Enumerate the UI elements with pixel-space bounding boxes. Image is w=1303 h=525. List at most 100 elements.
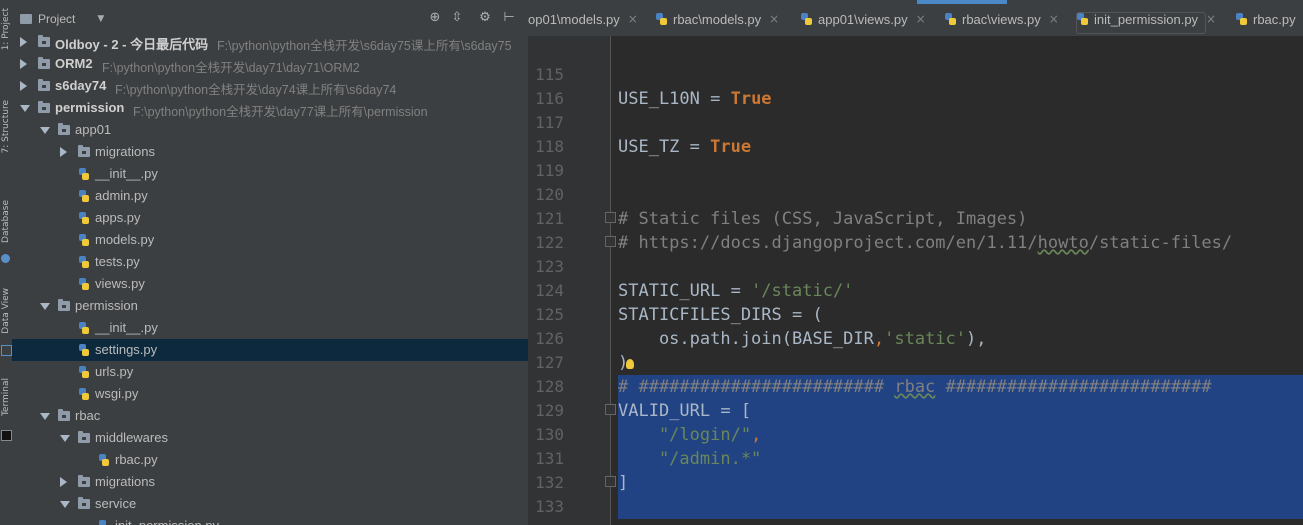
python-file-icon <box>78 322 90 335</box>
lightbulb-icon[interactable] <box>626 359 634 369</box>
crosshair-icon[interactable]: ⊕ <box>428 11 442 25</box>
chevron-right-icon[interactable] <box>20 37 27 47</box>
close-icon[interactable]: × <box>916 12 926 26</box>
tree-item-label: views.py <box>95 276 145 291</box>
tab-app01-views[interactable]: app01\views.py × <box>801 9 926 29</box>
tree-item-label: rbac.py <box>115 452 158 467</box>
tree-file-row[interactable]: models.py <box>12 229 528 251</box>
tree-file-row[interactable]: urls.py <box>12 361 528 383</box>
tab-label: init_permission.py <box>1094 11 1199 27</box>
tree-folder-row[interactable]: permission <box>12 295 528 317</box>
tree-file-row[interactable]: views.py <box>12 273 528 295</box>
tool-tab-project[interactable]: 1: Project <box>0 8 12 50</box>
folder-icon <box>38 35 50 47</box>
python-file-icon <box>78 388 90 401</box>
tab-label: app01\views.py <box>818 11 908 27</box>
tree-folder-row[interactable]: ORM2 F:\python\python全栈开发\day71\day71\ORM… <box>12 53 528 75</box>
line-number: 125 <box>535 305 564 324</box>
chevron-down-icon[interactable] <box>40 303 50 310</box>
close-icon[interactable]: × <box>769 12 779 26</box>
tree-item-label: settings.py <box>95 342 158 357</box>
tab-app01-models[interactable]: op01\models.py × <box>528 9 638 29</box>
chevron-down-icon[interactable]: ▼ <box>97 14 104 24</box>
fold-marker-icon[interactable] <box>605 236 616 247</box>
tree-folder-row[interactable]: app01 <box>12 119 528 141</box>
tree-file-row[interactable]: __init__.py <box>12 163 528 185</box>
tree-folder-row[interactable]: permission F:\python\python全栈开发\day77课上所有… <box>12 97 528 119</box>
folder-icon <box>58 409 70 421</box>
collapse-icon[interactable]: ⇳ <box>450 11 464 25</box>
tree-file-row[interactable]: wsgi.py <box>12 383 528 405</box>
tree-file-row[interactable]: __init__.py <box>12 317 528 339</box>
code-line-132: ] <box>618 473 629 493</box>
line-number: 119 <box>535 161 564 180</box>
line-number: 127 <box>535 353 564 372</box>
tree-folder-row[interactable]: migrations <box>12 141 528 163</box>
tree-item-label: middlewares <box>95 430 168 445</box>
tree-folder-row[interactable]: service <box>12 493 528 515</box>
tab-rbac-py[interactable]: rbac.py <box>1236 9 1296 29</box>
tree-item-label: ORM2 <box>55 56 93 71</box>
close-icon[interactable]: × <box>1049 12 1059 26</box>
close-icon[interactable]: × <box>628 12 638 26</box>
tree-item-label: migrations <box>95 474 155 489</box>
chevron-down-icon[interactable] <box>40 413 50 420</box>
python-file-icon <box>78 256 90 269</box>
python-file-icon <box>801 12 814 26</box>
tree-item-path: F:\python\python全栈开发\day71\day71\ORM2 <box>102 61 360 75</box>
tree-item-path: F:\python\python全栈开发\day74课上所有\s6day74 <box>115 83 397 97</box>
close-icon[interactable]: × <box>1206 12 1216 26</box>
tree-folder-row[interactable]: s6day74 F:\python\python全栈开发\day74课上所有\s6… <box>12 75 528 97</box>
chevron-down-icon[interactable] <box>20 105 30 112</box>
tree-item-label: urls.py <box>95 364 134 379</box>
code-line-129: VALID_URL = [ <box>618 401 752 421</box>
chevron-down-icon[interactable] <box>60 501 70 508</box>
tree-item-label: __init__.py <box>95 166 158 181</box>
chevron-right-icon[interactable] <box>60 147 67 157</box>
folder-icon <box>58 123 70 135</box>
tree-file-row[interactable]: admin.py <box>12 185 528 207</box>
line-number: 133 <box>535 497 564 516</box>
chevron-right-icon[interactable] <box>60 477 67 487</box>
chevron-down-icon[interactable] <box>40 127 50 134</box>
tree-file-row[interactable]: settings.py <box>12 339 528 361</box>
chevron-down-icon[interactable] <box>60 435 70 442</box>
project-view-selector[interactable]: Project ▼ <box>20 10 104 28</box>
tree-item-label: models.py <box>95 232 155 247</box>
gear-icon[interactable]: ⚙ <box>478 11 492 25</box>
tab-init-permission[interactable]: init_permission.py × <box>1077 9 1216 29</box>
tree-folder-row[interactable]: migrations <box>12 471 528 493</box>
folder-icon <box>78 475 90 487</box>
tab-rbac-models[interactable]: rbac\models.py × <box>656 9 779 29</box>
tree-item-label: permission <box>55 100 125 115</box>
tool-tab-database[interactable]: Database <box>0 200 12 243</box>
line-number: 118 <box>535 137 564 156</box>
tab-label: op01\models.py <box>528 11 620 27</box>
tree-file-row[interactable]: tests.py <box>12 251 528 273</box>
tool-tab-structure[interactable]: 7: Structure <box>0 100 12 154</box>
tool-tab-data-view[interactable]: Data View <box>0 288 12 334</box>
tree-item-label: migrations <box>95 144 155 159</box>
folder-icon <box>78 497 90 509</box>
tree-item-path: F:\python\python全栈开发\s6day75课上所有\s6day75 <box>217 39 512 53</box>
fold-marker-icon[interactable] <box>605 476 616 487</box>
line-number: 123 <box>535 257 564 276</box>
tree-file-row[interactable]: init_permission.py <box>12 515 528 525</box>
fold-marker-icon[interactable] <box>605 404 616 415</box>
tree-item-path: F:\python\python全栈开发\day77课上所有\permissio… <box>133 105 428 119</box>
hide-icon[interactable]: ⊢ <box>502 11 516 25</box>
chevron-right-icon[interactable] <box>20 81 27 91</box>
tool-tab-terminal[interactable]: Terminal <box>0 378 12 416</box>
tree-item-label: init_permission.py <box>115 518 219 525</box>
fold-marker-icon[interactable] <box>605 212 616 223</box>
tree-file-row[interactable]: rbac.py <box>12 449 528 471</box>
python-file-icon <box>1236 12 1249 26</box>
python-file-icon <box>98 520 110 525</box>
chevron-right-icon[interactable] <box>20 59 27 69</box>
line-number: 121 <box>535 209 564 228</box>
tab-rbac-views[interactable]: rbac\views.py × <box>945 9 1059 29</box>
tree-file-row[interactable]: apps.py <box>12 207 528 229</box>
tree-folder-row[interactable]: Oldboy - 2 - 今日最后代码 F:\python\python全栈开发\… <box>12 31 528 53</box>
tree-folder-row[interactable]: middlewares <box>12 427 528 449</box>
tree-folder-row[interactable]: rbac <box>12 405 528 427</box>
